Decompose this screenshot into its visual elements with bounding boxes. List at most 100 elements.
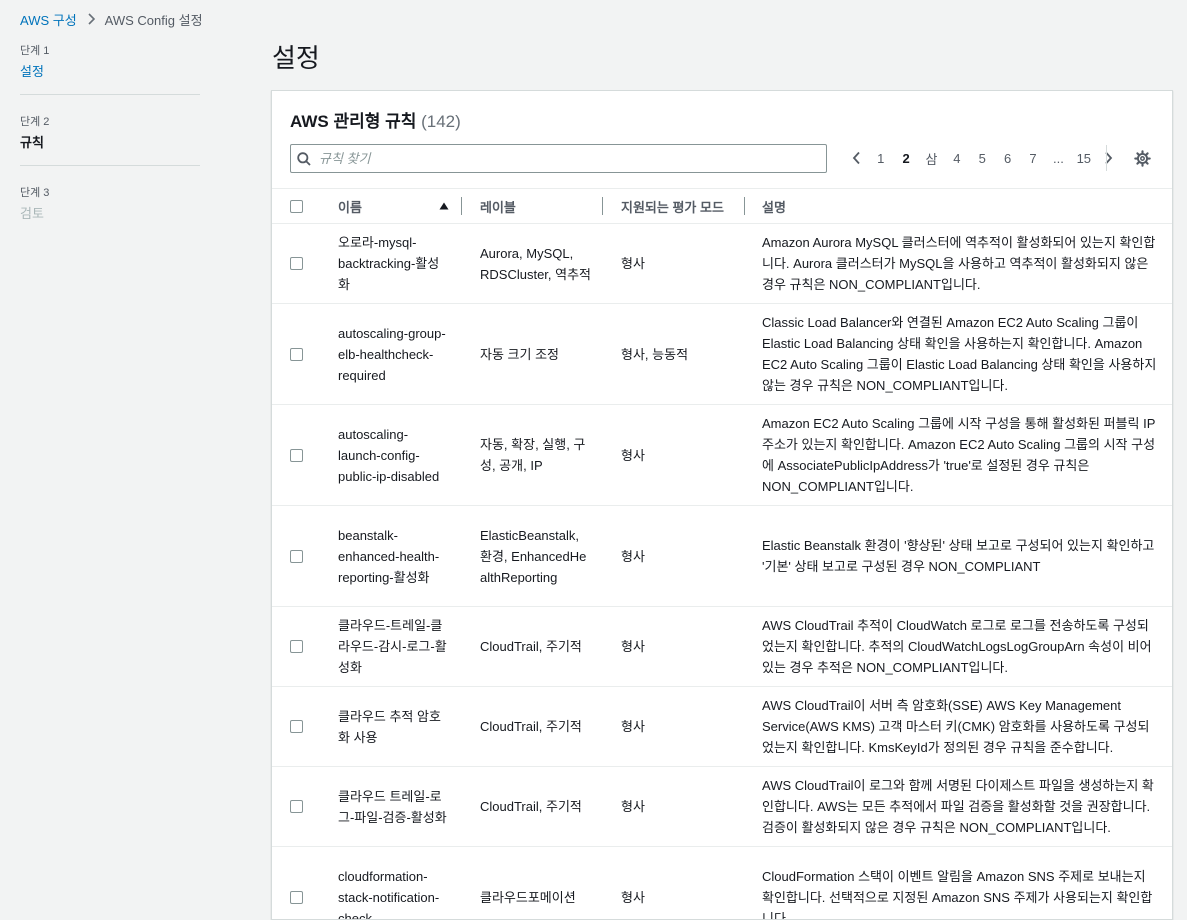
search-icon <box>297 152 311 166</box>
row-checkbox[interactable] <box>290 640 303 653</box>
rule-name: 클라우드 트레일-로그-파일-검증-활성화 <box>338 786 448 828</box>
rule-description-cell: Classic Load Balancer와 연결된 Amazon EC2 Au… <box>762 304 1158 404</box>
row-checkbox[interactable] <box>290 348 303 361</box>
column-header-description[interactable]: 설명 <box>762 189 786 223</box>
table-row[interactable]: 클라우드 트레일-로그-파일-검증-활성화 CloudTrail, 주기적 형사… <box>272 767 1172 847</box>
row-checkbox[interactable] <box>290 550 303 563</box>
table-row[interactable]: cloudformation-stack-notification-check … <box>272 847 1172 920</box>
rule-description: Amazon Aurora MySQL 클러스터에 역추적이 활성화되어 있는지… <box>762 232 1158 295</box>
rule-labels: 자동, 확장, 실행, 구성, 공개, IP <box>480 434 592 476</box>
rule-mode-cell: 형사 <box>621 506 741 606</box>
rule-name-cell: beanstalk-enhanced-health-reporting-활성화 <box>338 506 448 606</box>
step-3-number: 단계 3 <box>20 184 200 200</box>
rule-labels: CloudTrail, 주기적 <box>480 716 582 737</box>
rule-description-cell: AWS CloudTrail이 서버 측 암호화(SSE) AWS Key Ma… <box>762 687 1158 766</box>
rule-name: beanstalk-enhanced-health-reporting-활성화 <box>338 525 448 588</box>
rule-mode-cell: 형사 <box>621 607 741 686</box>
column-resizer[interactable] <box>744 197 745 215</box>
rule-name: 클라우드 추적 암호화 사용 <box>338 706 448 748</box>
rule-name: 오로라-mysql-backtracking-활성화 <box>338 232 448 295</box>
row-checkbox[interactable] <box>290 257 303 270</box>
page-title: 설정 <box>272 38 320 75</box>
column-header-mode-text: 지원되는 평가 모드 <box>621 197 724 216</box>
row-checkbox[interactable] <box>290 449 303 462</box>
rule-name-cell: 클라우드 트레일-로그-파일-검증-활성화 <box>338 767 448 846</box>
breadcrumb: AWS 구성 AWS Config 설정 <box>20 10 203 29</box>
table-row[interactable]: autoscaling-launch-config-public-ip-disa… <box>272 405 1172 506</box>
column-header-mode[interactable]: 지원되는 평가 모드 <box>621 189 724 223</box>
rule-mode: 형사 <box>621 887 645 908</box>
row-checkbox-cell <box>290 767 303 846</box>
rule-labels: 자동 크기 조정 <box>480 344 559 365</box>
column-resizer[interactable] <box>602 197 603 215</box>
page-button[interactable]: 7 <box>1020 151 1045 166</box>
rule-description-cell: Amazon EC2 Auto Scaling 그룹에 시작 구성을 통해 활성… <box>762 405 1158 505</box>
row-checkbox[interactable] <box>290 720 303 733</box>
rule-name-cell: 클라우드-트레일-클라우드-감시-로그-활성화 <box>338 607 448 686</box>
rule-name: cloudformation-stack-notification-check <box>338 866 448 920</box>
rule-mode-cell: 형사 <box>621 767 741 846</box>
row-checkbox-cell <box>290 607 303 686</box>
next-page-button[interactable] <box>1097 148 1121 168</box>
rule-mode: 형사 <box>621 253 645 274</box>
search-input[interactable] <box>317 150 797 167</box>
page-button[interactable]: 삼 <box>919 149 944 168</box>
rule-description: Elastic Beanstalk 환경이 '향상된' 상태 보고로 구성되어 … <box>762 535 1158 577</box>
pagination: 1 2 삼 4 5 6 7 ... 15 <box>844 148 1121 168</box>
rule-labels-cell: 자동 크기 조정 <box>480 304 592 404</box>
rule-name-cell: autoscaling-launch-config-public-ip-disa… <box>338 405 448 505</box>
rule-description: AWS CloudTrail이 로그와 함께 서명된 다이제스트 파일을 생성하… <box>762 775 1158 838</box>
table-row[interactable]: beanstalk-enhanced-health-reporting-활성화 … <box>272 506 1172 607</box>
table-row[interactable]: 클라우드-트레일-클라우드-감시-로그-활성화 CloudTrail, 주기적 … <box>272 607 1172 687</box>
page-button[interactable]: 6 <box>995 151 1020 166</box>
rule-labels: 클라우드포메이션 <box>480 887 576 908</box>
rule-name: 클라우드-트레일-클라우드-감시-로그-활성화 <box>338 615 448 678</box>
column-resizer[interactable] <box>461 197 462 215</box>
page-button[interactable]: 15 <box>1071 151 1096 166</box>
page-button[interactable]: 4 <box>944 151 969 166</box>
rule-labels-cell: CloudTrail, 주기적 <box>480 687 592 766</box>
rule-labels-cell: Aurora, MySQL, RDSCluster, 역추적 <box>480 224 592 303</box>
table-row[interactable]: autoscaling-group-elb-healthcheck-requir… <box>272 304 1172 405</box>
table-settings-button[interactable] <box>1132 148 1152 168</box>
row-checkbox-cell <box>290 506 303 606</box>
column-header-label[interactable]: 레이블 <box>480 189 516 223</box>
page-button-current[interactable]: 2 <box>893 151 918 166</box>
pagination-divider <box>1106 145 1107 171</box>
row-checkbox-cell <box>290 405 303 505</box>
wizard-steps: 단계 1 설정 단계 2 규칙 단계 3 검토 <box>20 42 200 254</box>
rule-mode: 형사 <box>621 546 645 567</box>
rule-description: Classic Load Balancer와 연결된 Amazon EC2 Au… <box>762 312 1158 396</box>
rule-labels-cell: CloudTrail, 주기적 <box>480 607 592 686</box>
rule-description-cell: CloudFormation 스택이 이벤트 알림을 Amazon SNS 주제… <box>762 847 1158 920</box>
rule-labels-cell: 클라우드포메이션 <box>480 847 592 920</box>
step-1-link[interactable]: 설정 <box>20 61 200 80</box>
rule-mode: 형사 <box>621 796 645 817</box>
rules-count: (142) <box>421 112 461 131</box>
row-checkbox-cell <box>290 847 303 920</box>
column-header-name[interactable]: 이름 <box>338 189 450 223</box>
rule-description-cell: Elastic Beanstalk 환경이 '향상된' 상태 보고로 구성되어 … <box>762 506 1158 606</box>
row-checkbox[interactable] <box>290 891 303 904</box>
rule-name-cell: 클라우드 추적 암호화 사용 <box>338 687 448 766</box>
page-ellipsis: ... <box>1046 151 1071 166</box>
rule-description-cell: AWS CloudTrail이 로그와 함께 서명된 다이제스트 파일을 생성하… <box>762 767 1158 846</box>
select-all-checkbox[interactable] <box>290 200 303 213</box>
rule-description: AWS CloudTrail이 서버 측 암호화(SSE) AWS Key Ma… <box>762 695 1158 758</box>
rule-description: Amazon EC2 Auto Scaling 그룹에 시작 구성을 통해 활성… <box>762 413 1158 497</box>
step-1-number: 단계 1 <box>20 42 200 58</box>
rules-table-body: 오로라-mysql-backtracking-활성화 Aurora, MySQL… <box>272 224 1172 920</box>
step-3: 단계 3 검토 <box>20 184 200 236</box>
row-checkbox[interactable] <box>290 800 303 813</box>
page-button[interactable]: 5 <box>970 151 995 166</box>
table-row[interactable]: 클라우드 추적 암호화 사용 CloudTrail, 주기적 형사 AWS Cl… <box>272 687 1172 767</box>
table-row[interactable]: 오로라-mysql-backtracking-활성화 Aurora, MySQL… <box>272 224 1172 304</box>
rule-name: autoscaling-launch-config-public-ip-disa… <box>338 424 448 487</box>
previous-page-button[interactable] <box>844 148 868 168</box>
rule-name: autoscaling-group-elb-healthcheck-requir… <box>338 323 448 386</box>
column-header-description-text: 설명 <box>762 197 786 216</box>
column-header-name-label: 이름 <box>338 197 362 216</box>
breadcrumb-aws-config-link[interactable]: AWS 구성 <box>20 10 77 29</box>
rule-name-cell: autoscaling-group-elb-healthcheck-requir… <box>338 304 448 404</box>
page-button[interactable]: 1 <box>868 151 893 166</box>
